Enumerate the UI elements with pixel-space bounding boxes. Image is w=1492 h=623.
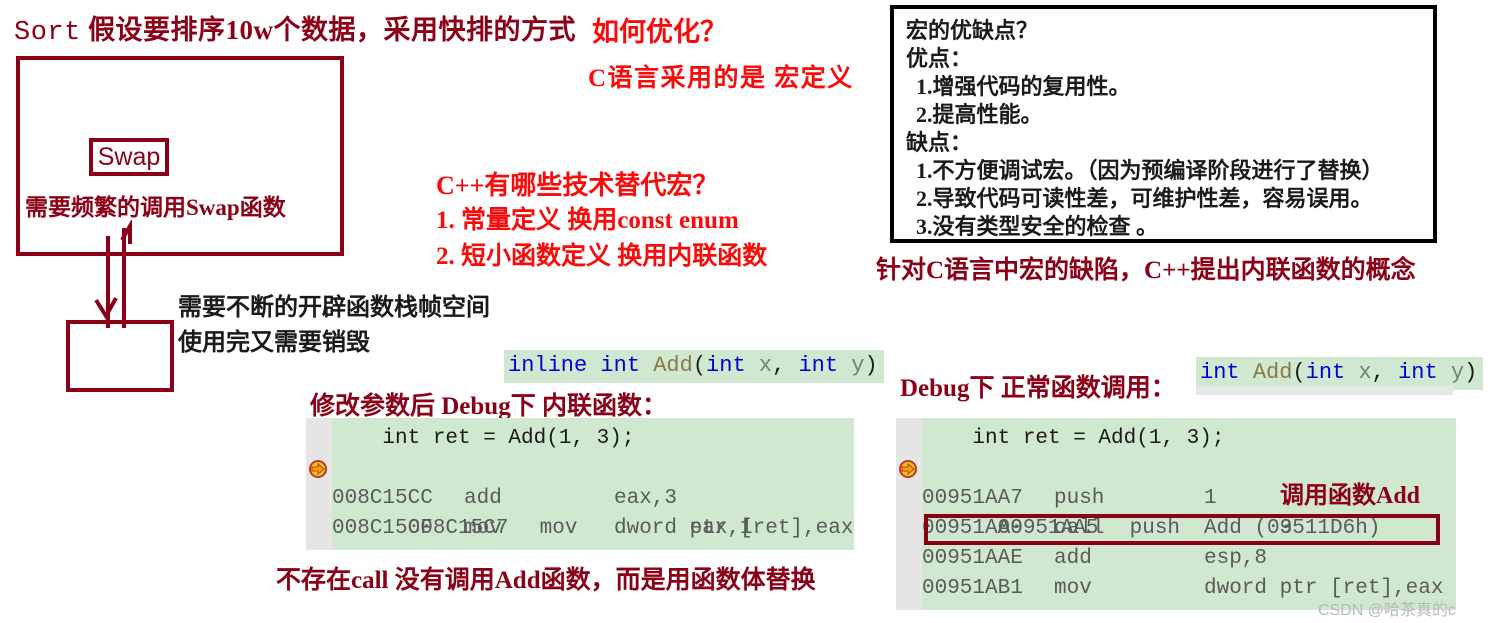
- stack-frame-note-2: 使用完又需要销毁: [178, 330, 370, 356]
- macro-pros-cons-box: 宏的优缺点？ 优点： 1.增强代码的复用性。 2.提高性能。 缺点： 1.不方便…: [890, 5, 1437, 243]
- paren-open: (: [692, 353, 707, 378]
- inline-function-signature: inline int Add(int x, int y): [504, 350, 884, 383]
- page-title-text: 假设要排序10w个数据，采用快排的方式: [88, 15, 577, 45]
- page-title: Sort 假设要排序10w个数据，采用快排的方式: [14, 8, 576, 48]
- csdn-watermark: CSDN @哈茶真的c: [1318, 602, 1457, 619]
- comma-separator: ,: [1371, 360, 1399, 385]
- inline-disassembly-panel: int ret = Add(1, 3); 008C15C7 mov eax,1 00…: [306, 418, 854, 550]
- disasm-row: 008C15CF mov dword ptr [ret],eax: [332, 514, 854, 544]
- keyword-int-param1: int: [706, 353, 746, 378]
- macro-pro-item: 2.提高性能。: [916, 102, 1043, 127]
- paren-open: (: [1292, 360, 1306, 385]
- instruction-operands: eax,3: [614, 487, 678, 510]
- call-instruction-highlight: [924, 514, 1440, 545]
- swap-box-label: Swap: [97, 142, 161, 171]
- macro-con-item: 3.没有类型安全的检查 。: [916, 214, 1159, 239]
- instruction-operands: esp,8: [1204, 547, 1268, 570]
- instruction-mnemonic: add: [1054, 547, 1092, 570]
- macro-pro-item: 1.增强代码的复用性。: [916, 74, 1131, 99]
- instruction-address: 00951AA7: [922, 487, 1023, 510]
- comma-separator: ,: [772, 353, 799, 378]
- source-line-text: int ret = Add(1, 3);: [922, 427, 1225, 450]
- macro-con-item: 1.不方便调试宏。（因为预编译阶段进行了替换）: [916, 158, 1384, 183]
- disasm-source-row: int ret = Add(1, 3);: [332, 424, 854, 454]
- macro-cons-label: 缺点：: [906, 130, 973, 155]
- instruction-mnemonic: push: [1054, 487, 1105, 510]
- instruction-mnemonic: mov: [464, 517, 502, 540]
- current-instruction-arrow-icon: [309, 460, 327, 478]
- instruction-address: 008C15CC: [332, 487, 433, 510]
- keyword-int-param2: int: [798, 353, 839, 378]
- cpp-alternatives-item-2: 2. 短小函数定义 换用内联函数: [436, 243, 768, 270]
- swap-function-box: Swap: [89, 138, 169, 176]
- instruction-mnemonic: add: [464, 487, 502, 510]
- signature-gutter-strip: [1196, 386, 1453, 395]
- macro-box-title: 宏的优缺点？: [906, 18, 1039, 43]
- instruction-operands: 1: [1204, 487, 1217, 510]
- instruction-address: 008C15CF: [332, 517, 433, 540]
- macro-pros-label: 优点：: [906, 46, 973, 71]
- instruction-mnemonic: mov: [1054, 577, 1092, 600]
- keyword-int-param1: int: [1305, 360, 1346, 385]
- instruction-operands: dword ptr [ret],eax: [614, 517, 854, 540]
- param-x: x: [758, 353, 773, 378]
- macro-con-item: 2.导致代码可读性差，可维护性差，容易误用。: [916, 186, 1373, 211]
- keyword-int-return: int: [1200, 360, 1240, 385]
- c-macro-answer: C语言采用的是 宏定义: [588, 65, 854, 92]
- keyword-int-param2: int: [1398, 360, 1438, 385]
- keyword-int-return: int: [600, 353, 641, 378]
- cpp-alternatives-item-1: 1. 常量定义 换用const enum: [436, 207, 739, 234]
- param-y: y: [851, 353, 865, 378]
- disasm-row: 008C15CC add eax,3: [332, 484, 854, 514]
- disasm-source-row: int ret = Add(1, 3);: [922, 424, 1456, 454]
- stack-frame-note-1: 需要不断的开辟函数栈帧空间: [178, 295, 490, 321]
- sort-function-box: [16, 56, 344, 256]
- keyword-inline: inline: [508, 353, 588, 378]
- disasm-row: 00951AAE add esp,8: [922, 544, 1456, 574]
- function-name-add: Add: [653, 353, 693, 378]
- normal-panel-label: Debug下 正常函数调用：: [900, 375, 1176, 402]
- page-title-sort: Sort: [14, 18, 81, 48]
- paren-close: ): [864, 353, 878, 378]
- optimize-question: 如何优化？: [592, 17, 727, 47]
- instruction-address: 00951AB1: [922, 577, 1023, 600]
- inline-no-call-note: 不存在call 没有调用Add函数，而是用函数体替换: [276, 567, 816, 594]
- param-y: y: [1450, 360, 1465, 385]
- swap-call-note: 需要频繁的调用Swap函数: [25, 195, 286, 220]
- current-instruction-arrow-icon: [899, 460, 917, 478]
- stack-frame-box: [66, 320, 174, 392]
- param-x: x: [1358, 360, 1372, 385]
- instruction-address: 00951AAE: [922, 547, 1023, 570]
- disasm-row: 008C15C7 mov eax,1: [309, 454, 854, 540]
- call-annotation: 调用函数Add: [1280, 483, 1421, 509]
- source-line-text: int ret = Add(1, 3);: [332, 427, 635, 450]
- function-name-add: Add: [1252, 360, 1293, 385]
- inline-panel-label: 修改参数后 Debug下 内联函数：: [310, 393, 667, 420]
- macro-conclusion-text: 针对C语言中宏的缺陷，C++提出内联函数的概念: [876, 257, 1416, 284]
- normal-disassembly-panel: int ret = Add(1, 3); 00951AA5 push 3 00951…: [896, 418, 1456, 610]
- cpp-alternatives-title: C++有哪些技术替代宏？: [436, 171, 719, 200]
- paren-close: ): [1464, 360, 1478, 385]
